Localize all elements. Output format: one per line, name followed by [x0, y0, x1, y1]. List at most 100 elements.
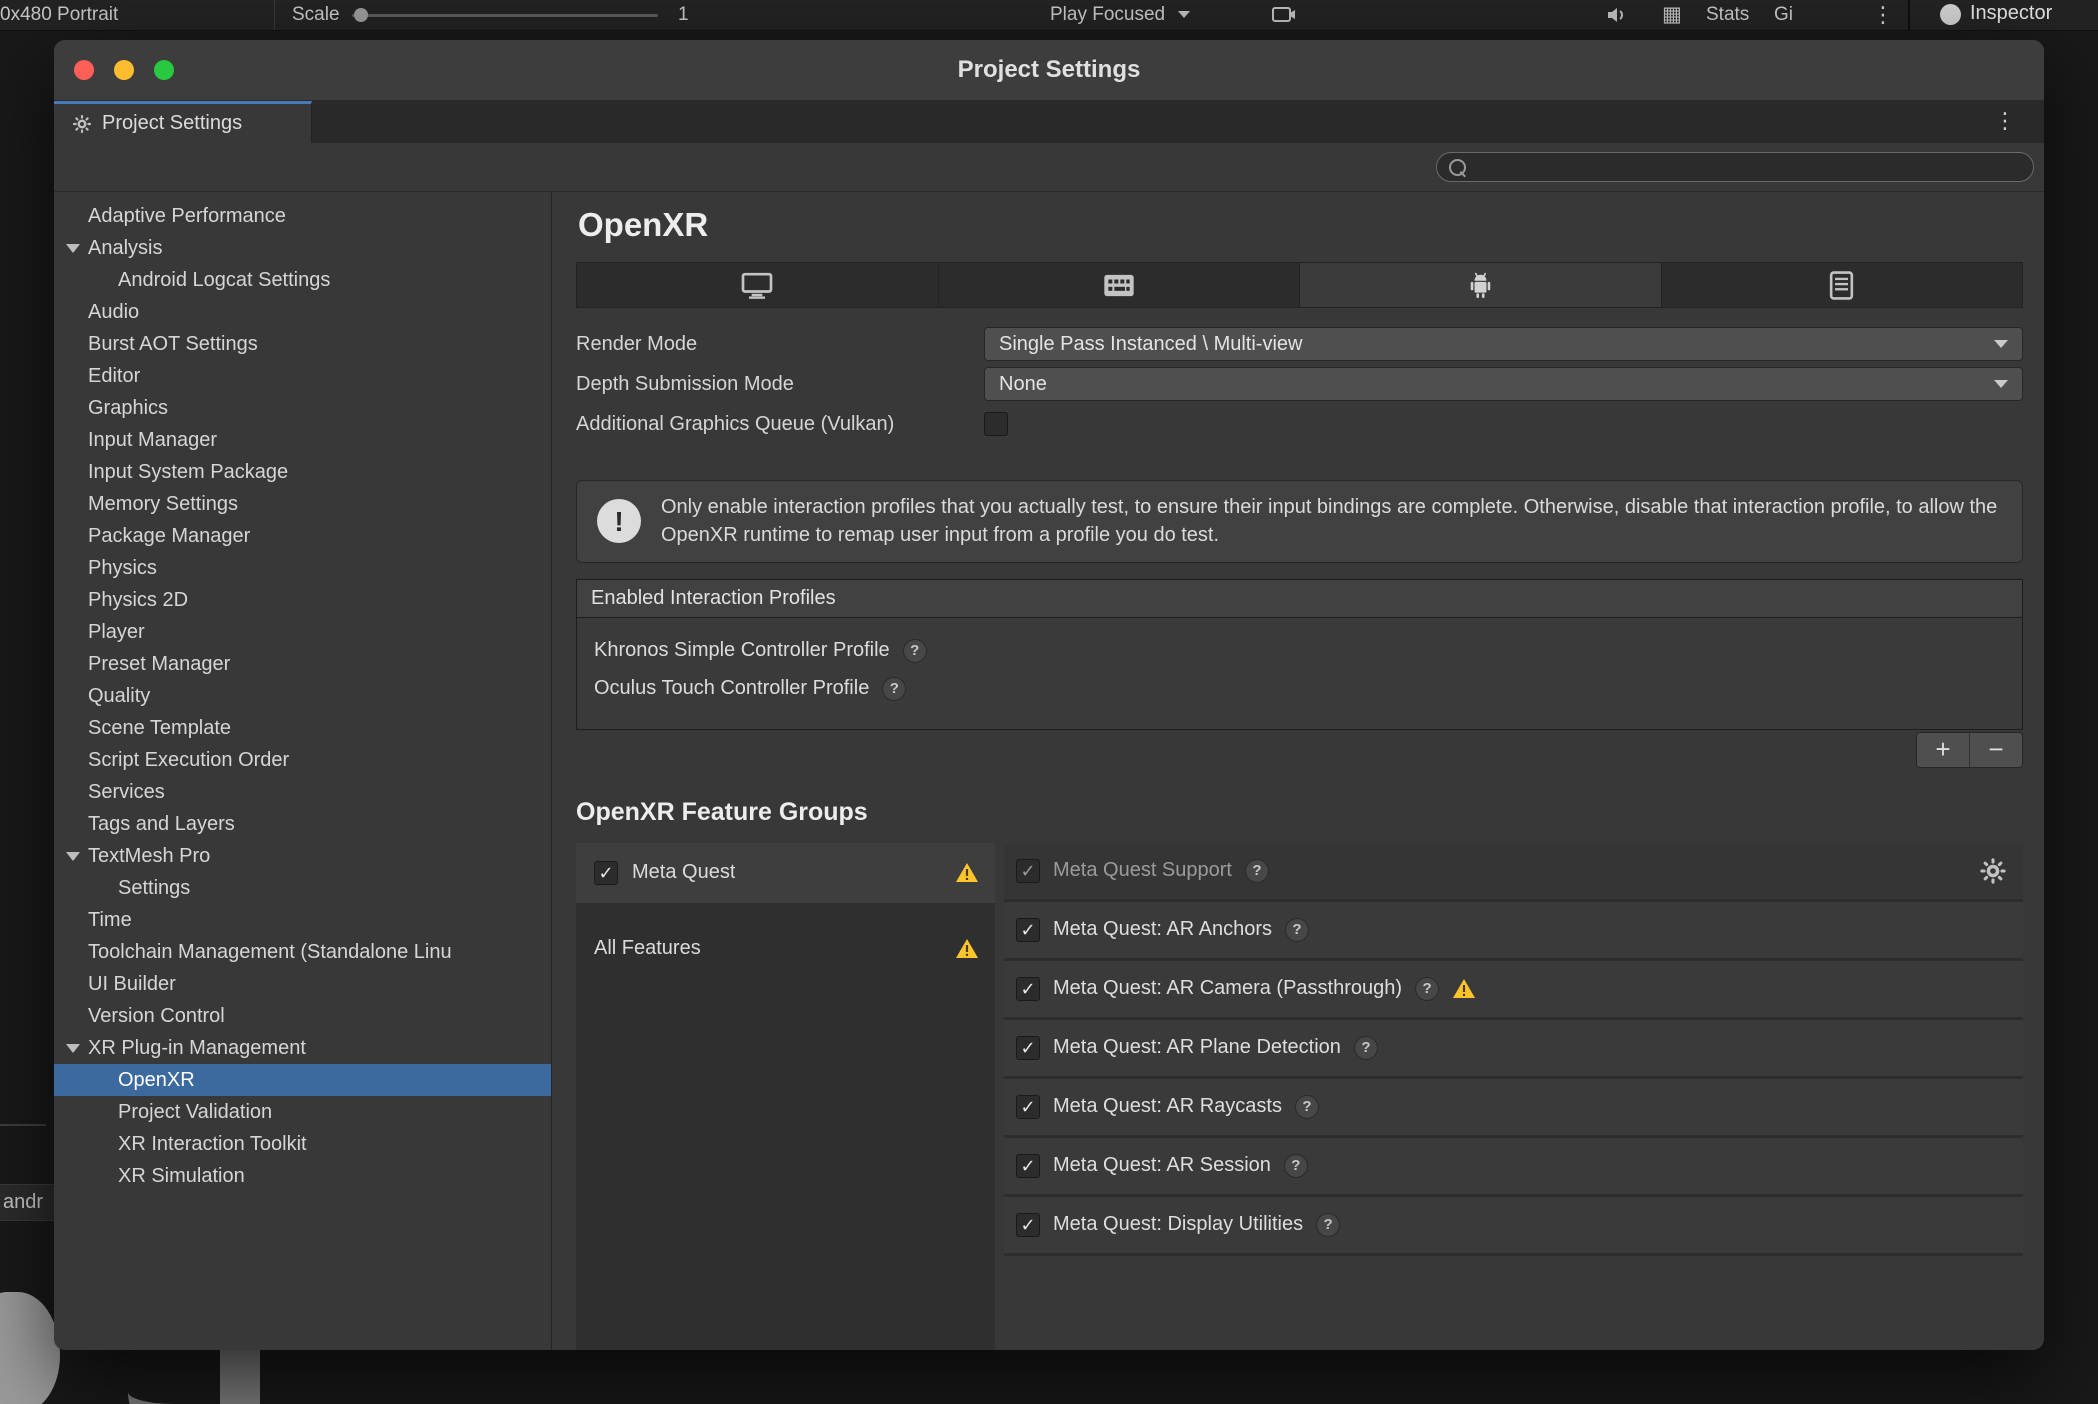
sidebar-item-label: XR Simulation [118, 1165, 245, 1188]
sidebar-item-version-control[interactable]: Version Control [54, 1000, 551, 1032]
sidebar-item-label: Time [88, 909, 132, 932]
sidebar-item-script-execution-order[interactable]: Script Execution Order [54, 744, 551, 776]
help-icon[interactable] [1316, 1213, 1340, 1237]
info-text: Only enable interaction profiles that yo… [661, 493, 2002, 550]
sidebar-item-editor[interactable]: Editor [54, 360, 551, 392]
help-icon[interactable] [903, 639, 927, 663]
stats-button[interactable]: Stats [1706, 4, 1749, 26]
search-icon [1449, 159, 1466, 176]
platform-tab-0[interactable] [577, 263, 939, 307]
help-icon[interactable] [1284, 1154, 1308, 1178]
help-icon[interactable] [1354, 1036, 1378, 1060]
sidebar-item-toolchain-management-standalone-linu[interactable]: Toolchain Management (Standalone Linu [54, 936, 551, 968]
sidebar-item-quality[interactable]: Quality [54, 680, 551, 712]
platform-tab-3[interactable] [1662, 263, 2023, 307]
help-icon[interactable] [1245, 859, 1269, 883]
feature-group-label: Meta Quest [632, 861, 735, 884]
checkbox-meta-quest-ar-anchors[interactable] [1016, 918, 1040, 942]
checkbox-meta-quest-ar-raycasts[interactable] [1016, 1095, 1040, 1119]
feature-group-all-features[interactable]: All Features [576, 919, 995, 979]
sidebar-item-analysis[interactable]: Analysis [54, 232, 551, 264]
gizmos-button[interactable]: Gi [1774, 4, 1793, 26]
page-title: OpenXR [578, 206, 2023, 244]
sidebar-item-physics-2d[interactable]: Physics 2D [54, 584, 551, 616]
search-input[interactable] [1474, 156, 2021, 179]
sidebar-item-input-system-package[interactable]: Input System Package [54, 456, 551, 488]
checkbox-meta-quest[interactable] [594, 861, 618, 885]
feature-group-meta-quest[interactable]: Meta Quest [576, 843, 995, 903]
window-titlebar[interactable]: Project Settings [54, 40, 2044, 101]
field-label: Render Mode [576, 333, 984, 356]
platform-tab-1[interactable] [939, 263, 1301, 307]
sidebar-item-label: Quality [88, 685, 150, 708]
help-icon[interactable] [882, 677, 906, 701]
sidebar-item-burst-aot-settings[interactable]: Burst AOT Settings [54, 328, 551, 360]
settings-sidebar: Adaptive PerformanceAnalysisAndroid Logc… [54, 192, 552, 1350]
checkbox-meta-quest-ar-plane-detection[interactable] [1016, 1036, 1040, 1060]
sidebar-item-settings[interactable]: Settings [54, 872, 551, 904]
minimize-button[interactable] [114, 60, 134, 80]
gear-icon[interactable] [1979, 857, 2007, 885]
tab-project-settings[interactable]: Project Settings [54, 101, 312, 143]
background-partial-button[interactable]: andr [0, 1184, 62, 1221]
checkbox-meta-quest-ar-session[interactable] [1016, 1154, 1040, 1178]
sidebar-item-memory-settings[interactable]: Memory Settings [54, 488, 551, 520]
checkbox-meta-quest-display-utilities[interactable] [1016, 1213, 1040, 1237]
close-button[interactable] [74, 60, 94, 80]
grid-icon[interactable] [1662, 2, 1682, 27]
dropdown-depth-submission-mode[interactable]: None [984, 367, 2023, 401]
sidebar-item-openxr[interactable]: OpenXR [54, 1064, 551, 1096]
checkbox-additional-graphics-queue-vulkan[interactable] [984, 412, 1008, 436]
sidebar-item-scene-template[interactable]: Scene Template [54, 712, 551, 744]
sidebar-item-player[interactable]: Player [54, 616, 551, 648]
help-icon[interactable] [1285, 918, 1309, 942]
sidebar-item-input-manager[interactable]: Input Manager [54, 424, 551, 456]
scale-label: Scale [292, 4, 340, 26]
checkbox-meta-quest-ar-camera-passthrough[interactable] [1016, 977, 1040, 1001]
foldout-open-icon[interactable] [66, 1044, 80, 1053]
add-profile-button[interactable]: + [1917, 733, 1969, 767]
play-focused-dropdown[interactable]: Play Focused [1050, 4, 1190, 26]
inspector-tab-label[interactable]: Inspector [1970, 2, 2052, 25]
sidebar-item-physics[interactable]: Physics [54, 552, 551, 584]
remove-profile-button[interactable]: − [1969, 733, 2022, 767]
dropdown-render-mode[interactable]: Single Pass Instanced \ Multi-view [984, 327, 2023, 361]
sidebar-item-preset-manager[interactable]: Preset Manager [54, 648, 551, 680]
search-field[interactable] [1436, 152, 2034, 182]
sidebar-item-tags-and-layers[interactable]: Tags and Layers [54, 808, 551, 840]
sidebar-item-services[interactable]: Services [54, 776, 551, 808]
sidebar-item-label: Scene Template [88, 717, 231, 740]
foldout-open-icon[interactable] [66, 244, 80, 253]
sidebar-item-xr-simulation[interactable]: XR Simulation [54, 1160, 551, 1192]
sidebar-item-android-logcat-settings[interactable]: Android Logcat Settings [54, 264, 551, 296]
sidebar-item-adaptive-performance[interactable]: Adaptive Performance [54, 200, 551, 232]
help-icon[interactable] [1295, 1095, 1319, 1119]
sidebar-item-xr-plug-in-management[interactable]: XR Plug-in Management [54, 1032, 551, 1064]
more-menu-icon[interactable] [1872, 2, 1894, 28]
help-icon[interactable] [1415, 977, 1439, 1001]
sidebar-item-audio[interactable]: Audio [54, 296, 551, 328]
settings-fields: Render ModeSingle Pass Instanced \ Multi… [576, 324, 2023, 444]
checkbox-meta-quest-support[interactable] [1016, 859, 1040, 883]
sidebar-item-project-validation[interactable]: Project Validation [54, 1096, 551, 1128]
scale-slider[interactable] [352, 14, 658, 17]
sidebar-item-package-manager[interactable]: Package Manager [54, 520, 551, 552]
resolution-dropdown[interactable]: 0x480 Portrait [0, 4, 118, 26]
speaker-icon[interactable] [1606, 6, 1628, 24]
sidebar-item-ui-builder[interactable]: UI Builder [54, 968, 551, 1000]
sidebar-item-label: Physics 2D [88, 589, 188, 612]
zoom-button[interactable] [154, 60, 174, 80]
sidebar-item-textmesh-pro[interactable]: TextMesh Pro [54, 840, 551, 872]
feature-row-meta-quest-ar-anchors: Meta Quest: AR Anchors [1004, 902, 2023, 961]
sidebar-item-label: Project Validation [118, 1101, 272, 1124]
more-menu-icon[interactable] [1994, 108, 2016, 134]
sidebar-item-xr-interaction-toolkit[interactable]: XR Interaction Toolkit [54, 1128, 551, 1160]
sidebar-item-graphics[interactable]: Graphics [54, 392, 551, 424]
foldout-open-icon[interactable] [66, 852, 80, 861]
camera-icon[interactable] [1272, 5, 1296, 24]
platform-tab-2[interactable] [1300, 263, 1662, 307]
scale-slider-knob[interactable] [354, 8, 368, 22]
sidebar-item-time[interactable]: Time [54, 904, 551, 936]
feature-label: Meta Quest: Display Utilities [1053, 1213, 1303, 1236]
feature-groups-title: OpenXR Feature Groups [576, 798, 2023, 827]
